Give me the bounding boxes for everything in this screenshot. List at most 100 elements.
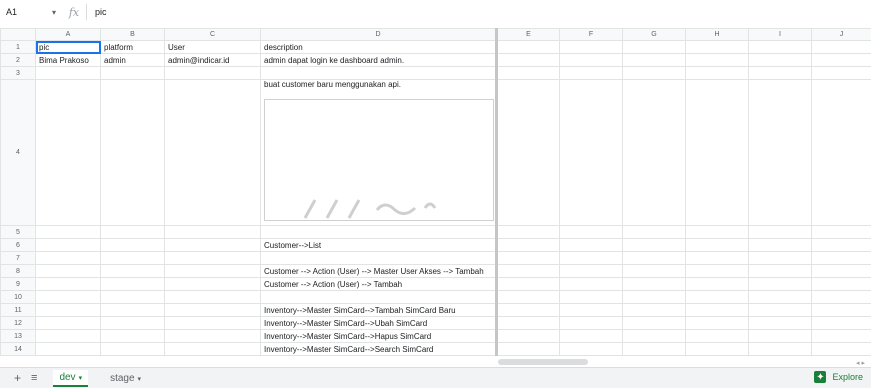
cell-a14[interactable]: [36, 343, 101, 356]
cell-c7[interactable]: [165, 252, 261, 265]
tab-dev[interactable]: dev▾: [53, 370, 88, 387]
empty-cell[interactable]: [749, 291, 812, 304]
empty-cell[interactable]: [560, 330, 623, 343]
empty-cell[interactable]: [560, 252, 623, 265]
empty-cell[interactable]: [560, 54, 623, 67]
column-header-j[interactable]: J: [812, 29, 871, 41]
cell-c10[interactable]: [165, 291, 261, 304]
cell-c9[interactable]: [165, 278, 261, 291]
empty-cell[interactable]: [749, 330, 812, 343]
cell-b3[interactable]: [101, 67, 165, 80]
empty-cell[interactable]: [812, 67, 871, 80]
cell-c3[interactable]: [165, 67, 261, 80]
cell-d9[interactable]: Customer --> Action (User) --> Tambah: [261, 278, 497, 291]
cell-d13[interactable]: Inventory-->Master SimCard-->Hapus SimCa…: [261, 330, 497, 343]
empty-cell[interactable]: [623, 67, 686, 80]
column-header-d[interactable]: D: [261, 29, 497, 41]
cell-b4[interactable]: [101, 80, 165, 226]
empty-cell[interactable]: [623, 265, 686, 278]
empty-cell[interactable]: [812, 317, 871, 330]
empty-cell[interactable]: [497, 252, 560, 265]
empty-cell[interactable]: [686, 343, 749, 356]
column-header-a[interactable]: A: [36, 29, 101, 41]
empty-cell[interactable]: [497, 291, 560, 304]
empty-cell[interactable]: [623, 343, 686, 356]
empty-cell[interactable]: [560, 317, 623, 330]
cell-c5[interactable]: [165, 226, 261, 239]
cell-b5[interactable]: [101, 226, 165, 239]
empty-cell[interactable]: [623, 54, 686, 67]
empty-cell[interactable]: [749, 317, 812, 330]
empty-cell[interactable]: [749, 265, 812, 278]
empty-cell[interactable]: [812, 80, 871, 226]
empty-cell[interactable]: [812, 291, 871, 304]
formula-input[interactable]: pic: [95, 7, 107, 17]
column-header-h[interactable]: H: [686, 29, 749, 41]
empty-cell[interactable]: [749, 252, 812, 265]
row-header[interactable]: 13: [1, 330, 36, 343]
empty-cell[interactable]: [812, 278, 871, 291]
empty-cell[interactable]: [686, 226, 749, 239]
cell-a6[interactable]: [36, 239, 101, 252]
empty-cell[interactable]: [560, 291, 623, 304]
empty-cell[interactable]: [560, 343, 623, 356]
empty-cell[interactable]: [497, 278, 560, 291]
explore-button[interactable]: ✦ Explore: [814, 371, 863, 383]
cell-c2[interactable]: admin@indicar.id: [165, 54, 261, 67]
empty-cell[interactable]: [749, 80, 812, 226]
column-header-f[interactable]: F: [560, 29, 623, 41]
empty-cell[interactable]: [560, 67, 623, 80]
empty-cell[interactable]: [749, 41, 812, 54]
empty-cell[interactable]: [497, 226, 560, 239]
cell-d10[interactable]: [261, 291, 497, 304]
row-header[interactable]: 7: [1, 252, 36, 265]
cell-b9[interactable]: [101, 278, 165, 291]
row-header[interactable]: 11: [1, 304, 36, 317]
empty-cell[interactable]: [623, 226, 686, 239]
cell-b11[interactable]: [101, 304, 165, 317]
empty-cell[interactable]: [812, 226, 871, 239]
cell-c13[interactable]: [165, 330, 261, 343]
cell-d1[interactable]: description: [261, 41, 497, 54]
empty-cell[interactable]: [812, 265, 871, 278]
cell-b2[interactable]: admin: [101, 54, 165, 67]
cell-d2[interactable]: admin dapat login ke dashboard admin.: [261, 54, 497, 67]
cell-d12[interactable]: Inventory-->Master SimCard-->Ubah SimCar…: [261, 317, 497, 330]
empty-cell[interactable]: [812, 330, 871, 343]
embedded-image[interactable]: [264, 99, 494, 221]
cell-b8[interactable]: [101, 265, 165, 278]
cell-d14[interactable]: Inventory-->Master SimCard-->Search SimC…: [261, 343, 497, 356]
horizontal-scrollbar[interactable]: [498, 359, 588, 365]
empty-cell[interactable]: [686, 41, 749, 54]
cell-a12[interactable]: [36, 317, 101, 330]
empty-cell[interactable]: [686, 278, 749, 291]
cell-d3[interactable]: [261, 67, 497, 80]
empty-cell[interactable]: [686, 252, 749, 265]
empty-cell[interactable]: [812, 252, 871, 265]
empty-cell[interactable]: [812, 304, 871, 317]
empty-cell[interactable]: [686, 304, 749, 317]
empty-cell[interactable]: [686, 317, 749, 330]
cell-b7[interactable]: [101, 252, 165, 265]
empty-cell[interactable]: [497, 343, 560, 356]
row-header[interactable]: 10: [1, 291, 36, 304]
cell-a9[interactable]: [36, 278, 101, 291]
cell-d7[interactable]: [261, 252, 497, 265]
empty-cell[interactable]: [686, 67, 749, 80]
cell-b6[interactable]: [101, 239, 165, 252]
chevron-down-icon[interactable]: ▾: [52, 8, 56, 17]
cell-b1[interactable]: platform: [101, 41, 165, 54]
cell-a4[interactable]: [36, 80, 101, 226]
row-header[interactable]: 9: [1, 278, 36, 291]
cell-c1[interactable]: User: [165, 41, 261, 54]
empty-cell[interactable]: [686, 330, 749, 343]
empty-cell[interactable]: [497, 265, 560, 278]
empty-cell[interactable]: [812, 343, 871, 356]
empty-cell[interactable]: [686, 291, 749, 304]
empty-cell[interactable]: [560, 239, 623, 252]
row-header[interactable]: 5: [1, 226, 36, 239]
cell-c4[interactable]: [165, 80, 261, 226]
row-header[interactable]: 12: [1, 317, 36, 330]
tab-stage[interactable]: stage▾: [104, 371, 147, 386]
empty-cell[interactable]: [497, 330, 560, 343]
